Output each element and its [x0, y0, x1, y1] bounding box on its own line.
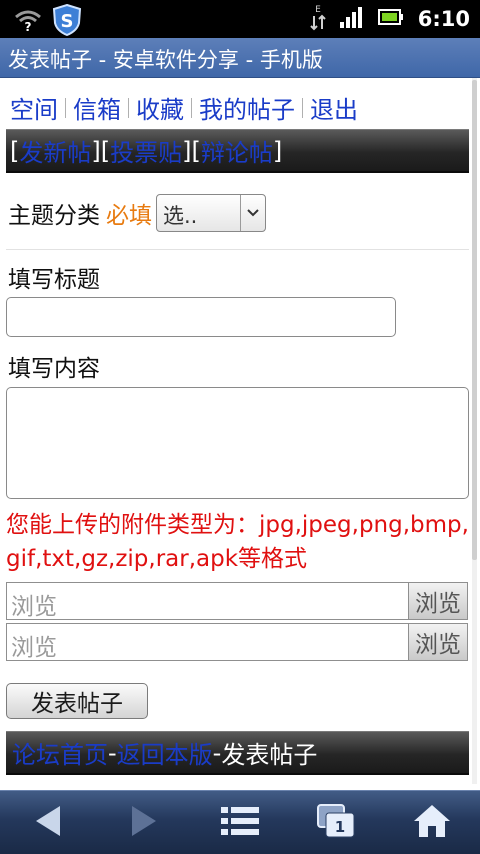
file-input[interactable]: 浏览	[6, 582, 408, 620]
chevron-down-icon	[240, 195, 265, 231]
forward-arrow-icon	[130, 804, 158, 842]
status-bar: ? S E 6:10	[0, 0, 480, 38]
bracket-text: [	[10, 136, 20, 165]
browser-toolbar: 1	[0, 790, 480, 854]
status-system: E 6:10	[310, 0, 470, 38]
status-notifications: ? S	[14, 3, 82, 40]
debate-thread-link[interactable]: 辩论帖	[201, 133, 273, 168]
page-content: 空间 信箱 收藏 我的帖子 退出 [ 发新帖 ][ 投票贴 ][ 辩论帖 ] 主…	[6, 78, 469, 784]
battery-icon	[377, 9, 404, 29]
bracket-text: ]	[272, 136, 283, 165]
nav-link-logout[interactable]: 退出	[310, 90, 358, 125]
category-select[interactable]: 选..	[156, 194, 266, 232]
post-type-bar: [ 发新帖 ][ 投票贴 ][ 辩论帖 ]	[6, 129, 469, 173]
svg-text:1: 1	[335, 818, 345, 836]
file-upload-row: 浏览 浏览	[6, 582, 468, 620]
page-title: 发表帖子 - 安卓软件分享 - 手机版	[8, 48, 323, 72]
back-arrow-icon	[34, 804, 62, 842]
nav-link-space[interactable]: 空间	[10, 90, 58, 125]
nav-link-favorites[interactable]: 收藏	[136, 90, 184, 125]
required-label: 必填	[106, 203, 152, 229]
file-placeholder: 浏览	[11, 635, 57, 661]
svg-text:?: ?	[25, 20, 32, 32]
top-nav: 空间 信箱 收藏 我的帖子 退出	[10, 90, 358, 125]
new-thread-link[interactable]: 发新帖	[19, 133, 91, 168]
content-label: 填写内容	[8, 356, 100, 382]
title-input[interactable]	[6, 297, 396, 337]
category-row: 主题分类 必填 选..	[8, 194, 266, 232]
nav-divider	[302, 97, 303, 118]
title-label: 填写标题	[8, 267, 100, 293]
bracket-text: ][	[182, 136, 201, 165]
scrollbar-thumb[interactable]	[472, 80, 477, 560]
browse-button[interactable]: 浏览	[408, 623, 468, 661]
home-icon	[412, 803, 452, 843]
form-divider	[6, 249, 469, 250]
breadcrumb-separator: -	[108, 738, 117, 767]
poll-thread-link[interactable]: 投票贴	[110, 133, 182, 168]
attachment-notice: 您能上传的附件类型为：jpg,jpeg,png,bmp,gif,txt,gz,z…	[6, 512, 469, 572]
back-to-board-link[interactable]: 返回本版	[117, 735, 213, 770]
category-select-value: 选..	[163, 204, 198, 228]
footer-breadcrumb: 论坛首页 - 返回本版 - 发表帖子	[6, 731, 469, 775]
windows-icon: 1	[316, 803, 356, 843]
edge-network-icon: E	[310, 2, 326, 36]
nav-divider	[65, 97, 66, 118]
content-textarea[interactable]	[6, 387, 469, 499]
nav-link-mailbox[interactable]: 信箱	[73, 90, 121, 125]
nav-link-my-posts[interactable]: 我的帖子	[199, 90, 295, 125]
home-button[interactable]	[384, 791, 480, 854]
file-upload-row: 浏览 浏览	[6, 623, 468, 661]
list-menu-icon	[221, 805, 259, 841]
bracket-text: ][	[91, 136, 111, 165]
file-input[interactable]: 浏览	[6, 623, 408, 661]
browse-button[interactable]: 浏览	[408, 582, 468, 620]
app-s-icon: S	[52, 3, 82, 40]
forward-button[interactable]	[96, 791, 192, 854]
browser-title-bar: 发表帖子 - 安卓软件分享 - 手机版	[0, 38, 480, 78]
wifi-question-icon: ?	[14, 8, 42, 36]
nav-divider	[128, 97, 129, 118]
back-button[interactable]	[0, 791, 96, 854]
breadcrumb-separator: -	[212, 738, 222, 767]
signal-strength-icon	[339, 6, 364, 32]
forum-home-link[interactable]: 论坛首页	[12, 735, 108, 770]
clock: 6:10	[417, 7, 470, 31]
svg-text:S: S	[61, 11, 74, 32]
menu-button[interactable]	[192, 791, 288, 854]
submit-post-button[interactable]: 发表帖子	[6, 683, 148, 719]
file-placeholder: 浏览	[11, 594, 57, 620]
windows-button[interactable]: 1	[288, 791, 384, 854]
category-label: 主题分类	[8, 203, 100, 229]
breadcrumb-current: 发表帖子	[221, 741, 318, 769]
svg-text:E: E	[315, 5, 321, 15]
nav-divider	[191, 97, 192, 118]
